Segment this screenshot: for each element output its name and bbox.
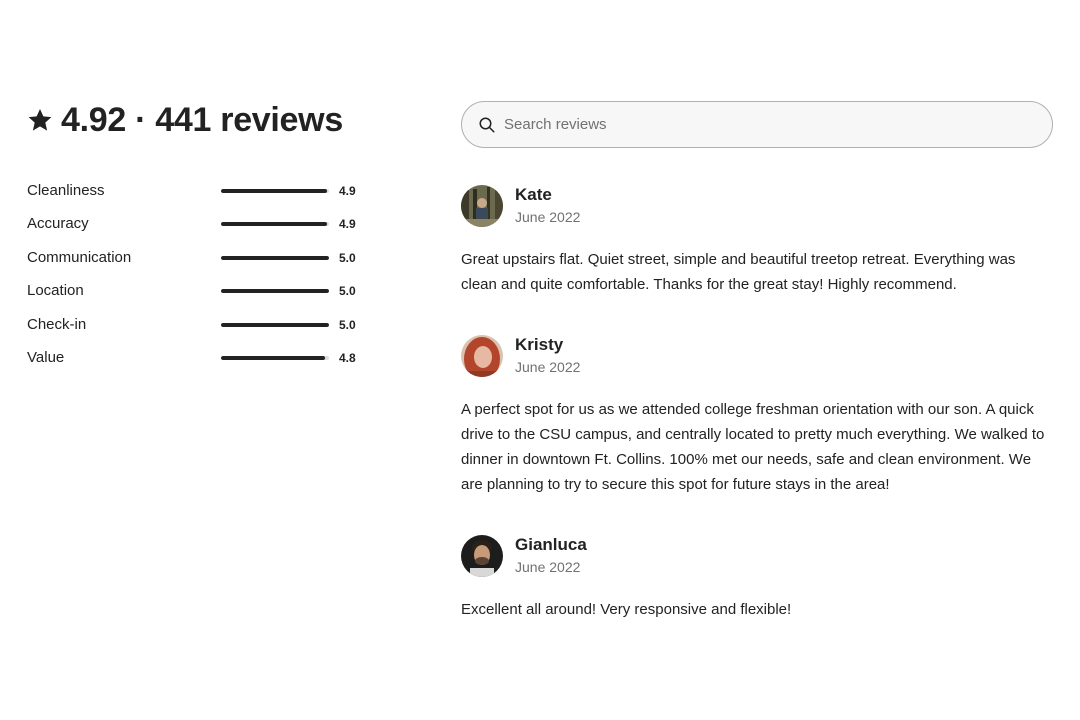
star-icon — [28, 108, 52, 131]
rating-label: Check-in — [27, 315, 87, 333]
search-icon — [479, 117, 495, 132]
category-ratings: Cleanliness 4.9 Accuracy 4.9 Communicati… — [27, 174, 367, 374]
rating-row-communication: Communication 5.0 — [27, 241, 367, 274]
review-header: Kristy June 2022 — [461, 335, 1053, 377]
rating-score: 4.9 — [339, 217, 356, 232]
rating-score: 5.0 — [339, 250, 356, 265]
review-date: June 2022 — [515, 559, 581, 575]
rating-row-value: Value 4.8 — [27, 341, 367, 374]
rating-summary: 4.92 · 441 reviews — [27, 100, 367, 140]
review-meta: Kate June 2022 — [515, 185, 580, 227]
review-header: Gianluca June 2022 — [461, 535, 1053, 577]
avatar[interactable] — [461, 335, 503, 377]
rating-bar — [221, 189, 329, 193]
rating-bar-fill — [221, 189, 327, 193]
rating-row-cleanliness: Cleanliness 4.9 — [27, 174, 367, 207]
review-text: Excellent all around! Very responsive an… — [461, 601, 792, 618]
review-header: Kate June 2022 — [461, 185, 1053, 227]
review-date: June 2022 — [515, 359, 581, 375]
rating-bar — [221, 355, 329, 360]
rating-bar — [221, 222, 329, 227]
rating-bar-fill — [221, 322, 329, 327]
rating-bar — [221, 289, 329, 294]
rating-label: Cleanliness — [27, 182, 105, 199]
rating-bar-fill — [221, 289, 329, 294]
reviewer-name: Gianluca — [515, 535, 587, 554]
reviewer-name: Kristy — [515, 335, 564, 354]
rating-score: 4.8 — [339, 350, 356, 365]
review-item: Kristy June 2022 A perfect spot for us a… — [461, 335, 1053, 497]
rating-row-accuracy: Accuracy 4.9 — [27, 207, 367, 240]
review-text: Great upstairs flat. Quiet street, simpl… — [461, 251, 1016, 293]
avatar[interactable] — [461, 185, 503, 227]
rating-row-location: Location 5.0 — [27, 274, 367, 307]
rating-score: 5.0 — [339, 284, 356, 299]
review-date: June 2022 — [515, 209, 581, 225]
review-item: Kate June 2022 Great upstairs flat. Quie… — [461, 185, 1053, 297]
reviewer-name: Kate — [515, 185, 552, 204]
rating-bar-fill — [221, 255, 329, 260]
rating-label: Location — [27, 282, 84, 300]
rating-label: Communication — [27, 248, 132, 266]
rating-row-check-in: Check-in 5.0 — [27, 308, 367, 341]
avatar[interactable] — [461, 535, 503, 577]
rating-label: Value — [27, 348, 65, 366]
review-item: Gianluca June 2022 Excellent all around!… — [461, 535, 1053, 622]
rating-score: 5.0 — [339, 317, 356, 332]
overall-rating-title: 4.92 · 441 reviews — [61, 100, 343, 139]
review-text: A perfect spot for us as we attended col… — [461, 401, 1045, 493]
review-meta: Gianluca June 2022 — [515, 535, 587, 577]
rating-bar — [221, 255, 329, 260]
review-meta: Kristy June 2022 — [515, 335, 580, 377]
rating-score: 4.9 — [339, 184, 356, 198]
overall-rating: 4.92 · 441 reviews — [27, 100, 367, 140]
search-reviews-box[interactable] — [461, 101, 1053, 148]
rating-label: Accuracy — [27, 215, 89, 233]
rating-bar-fill — [221, 222, 327, 227]
rating-bar-fill — [221, 355, 325, 360]
rating-bar — [221, 322, 329, 327]
search-reviews-input[interactable] — [504, 116, 1004, 133]
